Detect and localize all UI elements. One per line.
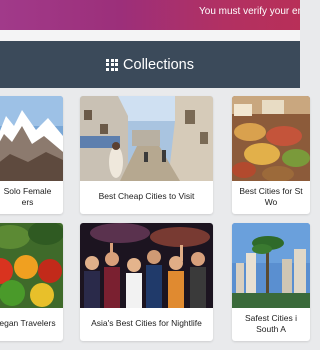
caption-line: Safest Cities i xyxy=(245,313,297,323)
collection-image xyxy=(0,96,63,181)
collection-caption: egan Travelers xyxy=(0,308,63,340)
collection-image xyxy=(232,223,310,308)
collection-caption: Asia's Best Cities for Nightlife xyxy=(80,308,213,340)
header-spacer xyxy=(0,30,300,41)
collection-caption: Best Cities for St Wo xyxy=(232,181,310,213)
collection-image xyxy=(0,223,63,308)
collection-card-safest-cities[interactable]: Safest Cities i South A xyxy=(232,223,310,341)
collection-image xyxy=(80,223,213,308)
caption-line: Best Cities for St xyxy=(239,186,303,196)
caption-line: Asia's Best Cities for Nightlife xyxy=(91,318,202,328)
caption-line: South A xyxy=(256,324,286,334)
verify-email-banner[interactable]: You must verify your email ad xyxy=(0,0,300,30)
collection-card-asia-nightlife[interactable]: Asia's Best Cities for Nightlife xyxy=(80,223,213,341)
caption-line: Wo xyxy=(264,197,278,207)
collection-card-cheap-cities[interactable]: Best Cheap Cities to Visit xyxy=(80,96,213,214)
collection-image xyxy=(80,96,213,181)
caption-line: egan Travelers xyxy=(0,318,56,328)
caption-line: Best Cheap Cities to Visit xyxy=(98,191,195,201)
caption-line: ers xyxy=(21,197,34,207)
caption-line: Solo Female xyxy=(3,186,52,196)
grid-icon xyxy=(106,58,119,71)
collection-card-vegan-travelers[interactable]: egan Travelers xyxy=(0,223,63,341)
collection-caption: Solo Female ers xyxy=(0,181,63,213)
collection-image xyxy=(232,96,310,181)
collections-header: Collections xyxy=(0,41,300,88)
collection-card-solo-female[interactable]: Solo Female ers xyxy=(0,96,63,214)
collection-card-best-cities-st[interactable]: Best Cities for St Wo xyxy=(232,96,310,214)
collection-caption: Safest Cities i South A xyxy=(232,308,310,340)
verify-email-text: You must verify your email ad xyxy=(199,6,300,17)
collections-title: Collections xyxy=(123,56,194,73)
collection-caption: Best Cheap Cities to Visit xyxy=(80,181,213,213)
